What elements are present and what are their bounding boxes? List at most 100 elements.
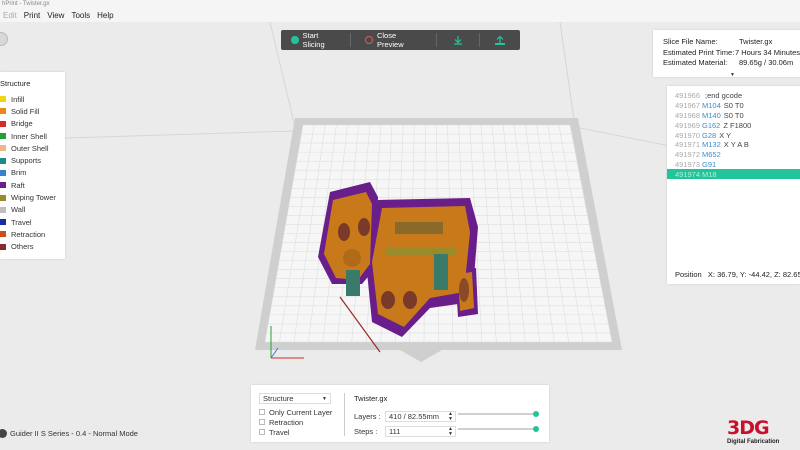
logo-mark: 3DG — [727, 417, 770, 439]
gcode-panel[interactable]: 491966 ;end gcode 491967 M104 S0 T0 491968 M14… — [667, 86, 800, 284]
gcode-line[interactable]: 491971 M132 X Y A B — [667, 140, 800, 150]
legend-item-inner-shell: Inner Shell — [0, 130, 65, 142]
color-swatch — [0, 194, 6, 201]
menu-tools[interactable]: Tools — [71, 11, 90, 20]
gcode-line[interactable]: 491968 M140 S0 T0 — [667, 111, 800, 121]
gcode-line[interactable]: 491973 G91 — [667, 160, 800, 170]
color-swatch — [0, 243, 6, 250]
gcode-num: 491973 — [675, 159, 701, 169]
brand-logo: 3DG Digital Fabrication — [727, 419, 800, 450]
color-swatch — [0, 206, 6, 213]
menu-edit[interactable]: Edit — [3, 11, 17, 20]
legend-item-label: Others — [11, 242, 34, 252]
color-swatch — [0, 157, 6, 164]
legend-item-label: Supports — [11, 156, 42, 166]
color-swatch — [0, 182, 6, 189]
close-preview-label: Close Preview — [376, 31, 404, 49]
menu-help[interactable]: Help — [97, 11, 113, 20]
legend-item-label: Wall — [11, 205, 26, 215]
travel-checkbox[interactable]: Travel — [259, 427, 339, 437]
gcode-line[interactable]: 491969 G162 Z F1800 — [667, 120, 800, 130]
legend-item-label: Bridge — [11, 119, 33, 129]
legend-item-travel: Travel — [0, 216, 65, 228]
color-swatch — [0, 169, 6, 176]
gcode-num: 491974 — [675, 169, 701, 179]
spin-arrows-icon[interactable]: ▲ ▼ — [448, 426, 453, 437]
retraction-label: Retraction — [269, 417, 304, 427]
gcode-line[interactable]: 491970 G28 X Y — [667, 130, 800, 140]
gcode-cmd: M104 — [702, 101, 721, 111]
legend-item-label: Travel — [11, 217, 32, 227]
gcode-num: 491972 — [675, 150, 701, 160]
collapse-caret-icon[interactable]: ▼ — [730, 72, 735, 78]
material-value: 89.65g / 30.06m — [739, 58, 794, 67]
status-bar: Guider II S Series - 0.4 - Normal Mode — [0, 425, 138, 441]
spin-arrows-icon[interactable]: ▲ ▼ — [448, 411, 453, 422]
legend-item-wiping-tower: Wiping Tower — [0, 191, 65, 203]
legend-item-raft: Raft — [0, 179, 65, 191]
retraction-checkbox[interactable]: Retraction — [259, 417, 339, 427]
material-label: Estimated Material: — [663, 58, 728, 67]
only-current-layer-checkbox[interactable]: Only Current Layer — [259, 407, 339, 417]
gcode-arg: Z F1800 — [723, 120, 752, 130]
menu-bar: Edit Print View Tools Help — [0, 9, 800, 22]
checkbox-box — [259, 429, 265, 435]
steps-spinbox[interactable]: 111 ▲ ▼ — [385, 426, 456, 437]
legend-item-brim: Brim — [0, 167, 65, 179]
color-swatch — [0, 120, 6, 127]
printer-icon — [0, 428, 7, 438]
close-preview-button[interactable]: Close Preview — [351, 30, 436, 50]
window-title: hPrint - Twister.gx — [0, 0, 800, 9]
play-icon — [291, 36, 299, 44]
color-swatch — [0, 231, 6, 238]
position-readout: Position X: 36.79, Y: -44.42, Z: 82.65 — [675, 270, 800, 279]
slice-file-value: Twister.gx — [739, 37, 773, 46]
slice-info-panel: Slice File Name: Twister.gx Estimated Pri… — [653, 30, 800, 78]
menu-view[interactable]: View — [47, 11, 64, 20]
start-slicing-button[interactable]: Start Slicing — [281, 30, 350, 50]
legend-item-outer-shell: Outer Shell — [0, 142, 65, 154]
export-button[interactable] — [437, 30, 479, 50]
legend-item-infill: Infill — [0, 93, 65, 105]
color-swatch — [0, 133, 6, 140]
view-mode-value: Structure — [263, 394, 294, 403]
gcode-line[interactable]: 491974 M18 — [667, 169, 800, 180]
layers-slider-handle[interactable] — [533, 411, 539, 417]
logo-tagline: Digital Fabrication — [727, 439, 780, 445]
layers-slider[interactable] — [458, 411, 539, 417]
legend-item-label: Brim — [11, 168, 27, 178]
color-swatch — [0, 145, 6, 152]
print-time-value: 7 Hours 34 Minutes — [734, 47, 800, 57]
printer-mode-text: Guider II S Series - 0.4 - Normal Mode — [10, 428, 138, 438]
gcode-line[interactable]: 491966 ;end gcode — [667, 91, 800, 101]
legend-item-label: Raft — [11, 180, 25, 190]
gcode-line[interactable]: 491967 M104 S0 T0 — [667, 101, 800, 111]
structure-legend: Structure Infill Solid Fill Bridge Inner Sh… — [0, 72, 65, 259]
gcode-num: 491966 — [675, 91, 701, 101]
legend-item-label: Infill — [11, 94, 25, 104]
panel-divider — [344, 393, 345, 436]
legend-item-label: Solid Fill — [11, 106, 40, 116]
gcode-cmd: M132 — [702, 140, 721, 150]
steps-slider[interactable] — [458, 426, 539, 432]
steps-slider-handle[interactable] — [533, 426, 539, 432]
download-icon — [454, 35, 463, 45]
view-mode-select[interactable]: Structure ▼ — [259, 393, 331, 404]
dropdown-arrow-icon: ▼ — [322, 395, 327, 402]
gcode-cmd: G162 — [702, 120, 721, 130]
send-to-printer-button[interactable] — [480, 30, 520, 50]
layers-spinbox[interactable]: 410 / 82.55mm ▲ ▼ — [385, 411, 456, 422]
legend-title: Structure — [0, 79, 31, 88]
legend-item-label: Outer Shell — [11, 143, 49, 153]
gcode-line[interactable]: 491972 M652 — [667, 150, 800, 160]
legend-item-bridge: Bridge — [0, 118, 65, 130]
gcode-num: 491969 — [675, 120, 701, 130]
menu-print[interactable]: Print — [24, 11, 40, 20]
checkbox-box — [259, 419, 265, 425]
gcode-arg: S0 T0 — [723, 110, 744, 120]
legend-item-others: Others — [0, 241, 65, 253]
print-time-label: Estimated Print Time: — [663, 47, 735, 57]
legend-item-solid-fill: Solid Fill — [0, 105, 65, 117]
preview-controls-panel: Structure ▼ Only Current Layer Retractio… — [251, 385, 549, 442]
gcode-cmd: M18 — [702, 169, 717, 179]
